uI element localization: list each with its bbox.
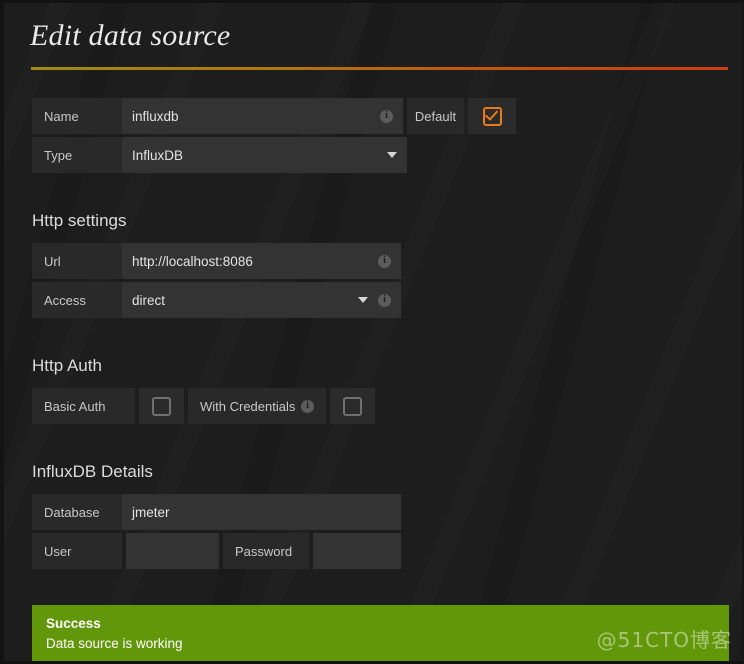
name-label: Name <box>32 98 122 134</box>
user-input[interactable] <box>126 533 219 569</box>
access-row: Access direct i <box>4 282 742 318</box>
database-input-value: jmeter <box>132 504 170 520</box>
database-label: Database <box>32 494 122 530</box>
access-select[interactable]: direct i <box>122 282 401 318</box>
info-icon[interactable]: i <box>380 109 393 123</box>
with-credentials-checkbox-cell[interactable] <box>330 388 375 424</box>
default-label: Default <box>407 98 464 134</box>
password-label: Password <box>223 533 309 569</box>
password-input[interactable] <box>313 533 401 569</box>
user-password-row: User Password <box>4 533 742 569</box>
edit-data-source-page: Edit data source Name influxdb i Default… <box>0 0 744 664</box>
info-icon[interactable]: i <box>378 293 391 307</box>
http-auth-heading: Http Auth <box>32 356 102 375</box>
info-icon[interactable]: i <box>301 399 314 413</box>
name-input-value: influxdb <box>132 108 179 124</box>
alert-title: Success <box>46 616 101 631</box>
with-credentials-checkbox[interactable] <box>343 396 362 416</box>
url-input-value: http://localhost:8086 <box>132 253 253 269</box>
access-select-value: direct <box>132 292 166 308</box>
default-checkbox-cell[interactable] <box>468 98 516 134</box>
http-settings-heading: Http settings <box>32 211 127 230</box>
success-alert[interactable]: Success Data source is working <box>32 605 729 661</box>
basic-auth-checkbox-cell[interactable] <box>139 388 184 424</box>
title-divider <box>31 67 728 70</box>
type-label: Type <box>32 137 122 173</box>
database-row: Database jmeter <box>4 494 742 530</box>
type-row: Type InfluxDB <box>4 137 742 173</box>
chevron-down-icon[interactable] <box>387 152 397 158</box>
http-auth-row: Basic Auth With Credentials i <box>4 388 742 424</box>
basic-auth-label: Basic Auth <box>32 388 135 424</box>
url-input[interactable]: http://localhost:8086 i <box>122 243 401 279</box>
name-row: Name influxdb i Default <box>4 98 742 134</box>
info-icon[interactable]: i <box>378 254 391 268</box>
user-label: User <box>32 533 122 569</box>
name-input[interactable]: influxdb i <box>122 98 403 134</box>
with-credentials-label: With Credentials <box>200 398 296 414</box>
page-title: Edit data source <box>30 19 231 52</box>
access-label: Access <box>32 282 122 318</box>
chevron-down-icon[interactable] <box>358 297 368 303</box>
database-input[interactable]: jmeter <box>122 494 401 530</box>
basic-auth-checkbox[interactable] <box>152 396 171 416</box>
type-select[interactable]: InfluxDB <box>122 137 407 173</box>
url-row: Url http://localhost:8086 i <box>4 243 742 279</box>
with-credentials-cell: With Credentials i <box>188 388 326 424</box>
influxdb-details-heading: InfluxDB Details <box>32 462 153 481</box>
type-select-value: InfluxDB <box>132 147 184 163</box>
url-label: Url <box>32 243 122 279</box>
default-checkbox[interactable] <box>482 106 502 126</box>
alert-message: Data source is working <box>46 636 183 651</box>
